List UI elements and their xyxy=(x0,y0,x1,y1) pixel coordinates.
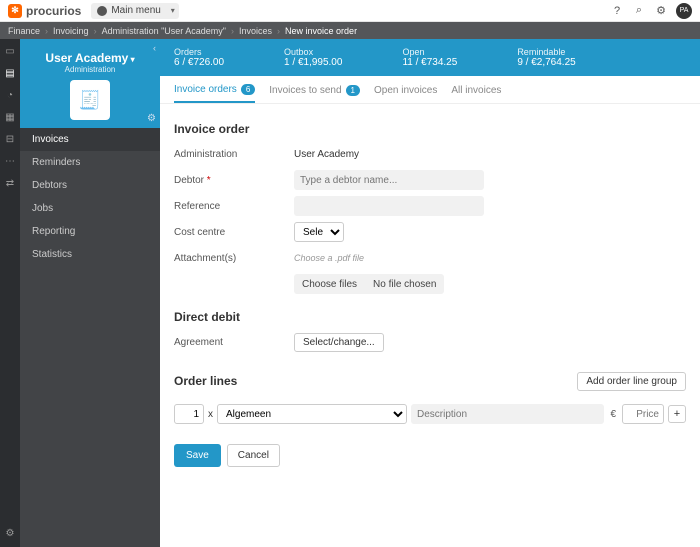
crumb-admin[interactable]: Administration "User Academy" xyxy=(102,26,226,36)
section-direct-debit: Direct debit xyxy=(174,310,686,324)
sidebar-subtitle: Administration xyxy=(28,65,152,74)
stat-remindable[interactable]: Remindable9 / €2,764.25 xyxy=(517,47,575,68)
stats-header: Orders6 / €726.00 Outbox1 / €1,995.00 Op… xyxy=(160,39,700,76)
rail-icon-2[interactable]: ▤ xyxy=(4,67,16,79)
label-agreement: Agreement xyxy=(174,337,294,348)
qty-input[interactable] xyxy=(174,404,204,424)
sidebar-item-debtors[interactable]: Debtors xyxy=(20,174,160,197)
reference-input[interactable] xyxy=(294,196,484,216)
rail-icon-6[interactable]: ⋯ xyxy=(4,155,16,167)
breadcrumb: Finance› Invoicing› Administration "User… xyxy=(0,22,700,39)
sidebar-collapse-icon[interactable]: ‹ xyxy=(153,43,156,53)
label-costcentre: Cost centre xyxy=(174,227,294,238)
sidebar-title[interactable]: User Academy xyxy=(28,51,152,65)
multiply-label: x xyxy=(208,409,213,420)
brand-logo: ✻ procurios xyxy=(8,4,81,18)
search-icon[interactable]: ⌕ xyxy=(632,4,646,18)
costcentre-select[interactable]: Select... xyxy=(294,222,344,242)
tabs: Invoice orders6 Invoices to send1 Open i… xyxy=(160,76,700,104)
price-input[interactable] xyxy=(622,404,664,424)
main-menu-dropdown[interactable]: Main menu xyxy=(91,3,178,19)
sidebar-item-jobs[interactable]: Jobs xyxy=(20,197,160,220)
label-debtor: Debtor * xyxy=(174,175,294,186)
order-line-row: x Algemeen € + xyxy=(174,404,686,424)
rail-icon-5[interactable]: ⊟ xyxy=(4,133,16,145)
globe-icon xyxy=(97,6,107,16)
sidebar: ‹ User Academy Administration 🧾 ⚙ Invoic… xyxy=(20,39,160,547)
crumb-finance[interactable]: Finance xyxy=(8,26,40,36)
rail-icon-1[interactable]: ▭ xyxy=(4,45,16,57)
rail-icon-7[interactable]: ⇄ xyxy=(4,177,16,189)
sidebar-item-reminders[interactable]: Reminders xyxy=(20,151,160,174)
label-administration: Administration xyxy=(174,149,294,160)
document-icon: 🧾 xyxy=(70,80,110,120)
sidebar-item-statistics[interactable]: Statistics xyxy=(20,243,160,266)
sidebar-item-reporting[interactable]: Reporting xyxy=(20,220,160,243)
avatar[interactable]: PA xyxy=(676,3,692,19)
add-line-button[interactable]: + xyxy=(668,405,686,423)
crumb-invoices[interactable]: Invoices xyxy=(239,26,272,36)
currency-label: € xyxy=(608,409,618,420)
debtor-input[interactable] xyxy=(294,170,484,190)
rail-icon-4[interactable]: ▦ xyxy=(4,111,16,123)
choose-files-button[interactable]: Choose files xyxy=(294,274,365,294)
add-order-line-group-button[interactable]: Add order line group xyxy=(577,372,686,391)
description-input[interactable] xyxy=(411,404,604,424)
sidebar-gear-icon[interactable]: ⚙ xyxy=(147,113,156,124)
rail-settings-icon[interactable]: ⚙ xyxy=(4,527,16,539)
line-type-select[interactable]: Algemeen xyxy=(217,404,407,424)
label-reference: Reference xyxy=(174,201,294,212)
tab-open-invoices[interactable]: Open invoices xyxy=(374,84,437,103)
rail-icon-3[interactable]: ◔ xyxy=(4,89,16,101)
cancel-button[interactable]: Cancel xyxy=(227,444,280,467)
brand-text: procurios xyxy=(26,4,81,18)
help-icon[interactable]: ? xyxy=(610,4,624,18)
label-attachments: Attachment(s) xyxy=(174,253,294,264)
select-change-button[interactable]: Select/change... xyxy=(294,333,384,352)
crumb-current: New invoice order xyxy=(285,26,357,36)
stat-open[interactable]: Open11 / €734.25 xyxy=(402,47,457,68)
section-invoice-order: Invoice order xyxy=(174,122,686,136)
main-menu-label: Main menu xyxy=(111,5,160,16)
tab-all-invoices[interactable]: All invoices xyxy=(451,84,501,103)
icon-rail: ▭ ▤ ◔ ▦ ⊟ ⋯ ⇄ ⚙ xyxy=(0,39,20,547)
stat-orders[interactable]: Orders6 / €726.00 xyxy=(174,47,224,68)
stat-outbox[interactable]: Outbox1 / €1,995.00 xyxy=(284,47,342,68)
sidebar-nav: Invoices Reminders Debtors Jobs Reportin… xyxy=(20,128,160,266)
attachments-hint: Choose a .pdf file xyxy=(294,253,364,263)
crumb-invoicing[interactable]: Invoicing xyxy=(53,26,89,36)
settings-icon[interactable]: ⚙ xyxy=(654,4,668,18)
logo-icon: ✻ xyxy=(8,4,22,18)
no-file-text: No file chosen xyxy=(365,274,444,294)
sidebar-header: ‹ User Academy Administration 🧾 ⚙ xyxy=(20,39,160,128)
tab-invoice-orders[interactable]: Invoice orders6 xyxy=(174,84,255,103)
tab-invoices-to-send[interactable]: Invoices to send1 xyxy=(269,84,360,103)
section-order-lines: Order lines xyxy=(174,374,237,388)
value-administration: User Academy xyxy=(294,149,359,160)
sidebar-item-invoices[interactable]: Invoices xyxy=(20,128,160,151)
save-button[interactable]: Save xyxy=(174,444,221,467)
